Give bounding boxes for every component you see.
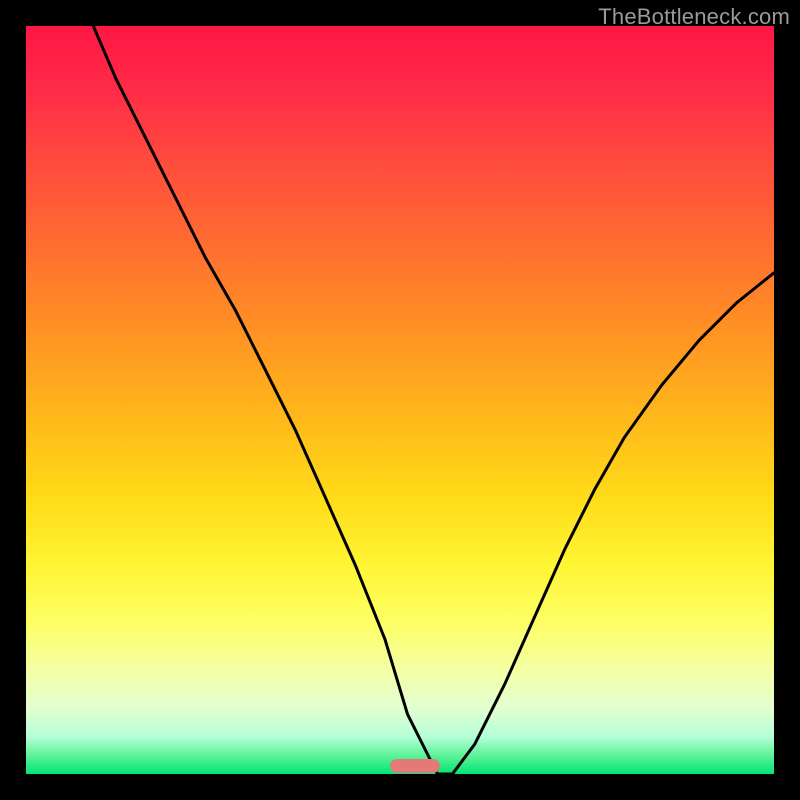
chart-frame: TheBottleneck.com <box>0 0 800 800</box>
watermark-text: TheBottleneck.com <box>598 4 790 30</box>
plot-area <box>26 26 774 774</box>
optimal-marker <box>390 759 440 773</box>
bottleneck-curve <box>26 26 774 774</box>
